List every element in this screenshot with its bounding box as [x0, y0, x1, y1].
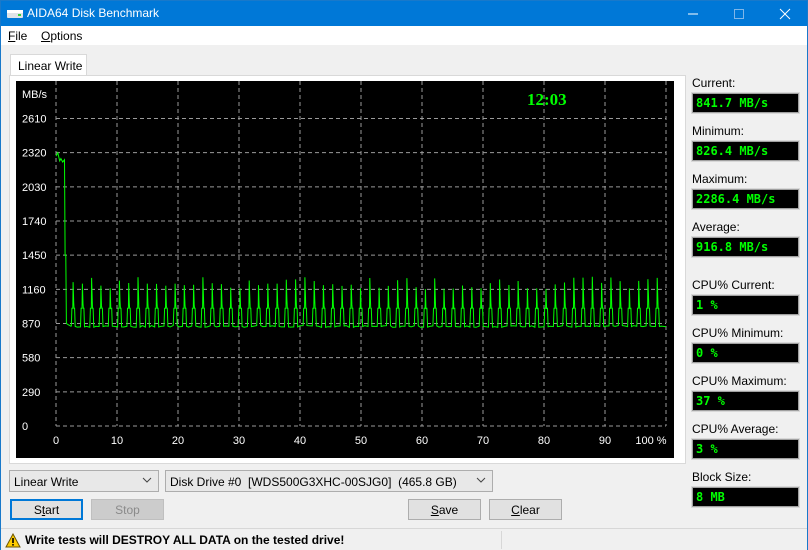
status-bar: Write tests will DESTROY ALL DATA on the… [1, 528, 807, 550]
tab-linear-write[interactable]: Linear Write [10, 54, 87, 76]
x-tick-label: 40 [294, 435, 306, 447]
benchmark-chart: 0 290 580 870 1160 1450 1740 2030 2320 2610 0 10 20… [16, 81, 674, 458]
x-tick-label: 10 [111, 435, 123, 447]
x-tick-label: 80 [538, 435, 550, 447]
cpu-average-label: CPU% Average: [692, 422, 779, 436]
chart-svg: 0290580870116014501740203023202610 0 10 20… [22, 81, 667, 447]
x-tick-labels: 0 10 20 30 40 50 60 70 80 90 100 % [53, 435, 667, 447]
status-message: Write tests will DESTROY ALL DATA on the… [25, 533, 345, 547]
stop-button[interactable]: Stop [91, 499, 164, 520]
warning-icon [5, 533, 21, 548]
minimum-label: Minimum: [692, 124, 745, 138]
average-label: Average: [692, 220, 740, 234]
x-tick-label: 60 [416, 435, 428, 447]
y-tick-label: 1740 [22, 216, 46, 228]
close-icon [779, 8, 791, 19]
test-type-value: Linear Write [14, 475, 79, 489]
menu-options-label: ptions [50, 29, 83, 43]
y-tick-label: 2320 [22, 148, 46, 160]
block-size-value: 8 MB [691, 486, 800, 508]
y-axis-label: MB/s [22, 89, 48, 101]
block-size-label: Block Size: [692, 470, 752, 484]
maximize-icon [734, 8, 744, 19]
average-value: 916.8 MB/s [691, 236, 800, 258]
maximum-label: Maximum: [692, 172, 748, 186]
y-tick-label: 870 [22, 319, 40, 331]
maximize-button[interactable] [716, 1, 762, 26]
current-label: Current: [692, 76, 736, 90]
maximum-value: 2286.4 MB/s [691, 188, 800, 210]
y-tick-label: 1160 [22, 284, 46, 296]
cpu-current-value: 1 % [691, 294, 800, 316]
start-label-a: S [33, 503, 42, 517]
clear-label: lear [519, 503, 540, 517]
chevron-down-icon [476, 477, 486, 483]
x-tick-label: 100 % [635, 435, 666, 447]
cpu-current-label: CPU% Current: [692, 278, 775, 292]
series-line-linear-write [55, 151, 667, 329]
minimize-icon [688, 13, 698, 14]
menu-file-label: ile [15, 29, 28, 43]
save-button[interactable]: Save [408, 499, 481, 520]
cpu-maximum-label: CPU% Maximum: [692, 374, 787, 388]
minimum-value: 826.4 MB/s [691, 140, 800, 162]
save-label: ave [438, 503, 459, 517]
x-tick-label: 90 [599, 435, 611, 447]
minimize-button[interactable] [670, 1, 716, 26]
y-tick-label: 2030 [22, 182, 46, 194]
chart-grid [55, 81, 667, 427]
drive-value: Disk Drive #0 [WDS500G3XHC-00SJG0] (465.… [170, 475, 457, 489]
y-tick-label: 290 [22, 387, 40, 399]
y-tick-label: 2610 [22, 114, 46, 126]
cpu-minimum-label: CPU% Minimum: [692, 326, 784, 340]
aida64-window: AIDA64 Disk Benchmark File Options Linea… [0, 0, 808, 550]
x-tick-label: 20 [172, 435, 184, 447]
y-tick-label: 1450 [22, 250, 46, 262]
drive-select[interactable]: Disk Drive #0 [WDS500G3XHC-00SJG0] (465.… [165, 470, 493, 492]
start-button[interactable]: Start [10, 499, 83, 520]
x-tick-label: 70 [477, 435, 489, 447]
disk-drive-icon [7, 10, 23, 18]
elapsed-timer: 12:03 [527, 90, 567, 109]
y-tick-labels: 0 290 580 870 1160 1450 1740 2030 2320 2610 [22, 114, 46, 434]
clear-label-accel: C [511, 503, 520, 517]
x-tick-label: 30 [233, 435, 245, 447]
title-bar[interactable]: AIDA64 Disk Benchmark [1, 1, 807, 26]
status-separator [501, 531, 502, 549]
menu-bar: File Options [1, 26, 807, 45]
window-title: AIDA64 Disk Benchmark [27, 6, 160, 20]
menu-options[interactable]: Options [41, 29, 82, 43]
cpu-average-value: 3 % [691, 438, 800, 460]
tab-strip: Linear Write [1, 45, 807, 76]
x-tick-label: 50 [355, 435, 367, 447]
menu-options-accel: O [41, 29, 51, 43]
cpu-minimum-value: 0 % [691, 342, 800, 364]
close-button[interactable] [762, 1, 808, 26]
test-type-select[interactable]: Linear Write [9, 470, 159, 492]
chevron-down-icon [142, 477, 152, 483]
clear-button[interactable]: Clear [489, 499, 562, 520]
y-tick-label: 0 [22, 421, 28, 433]
save-label-accel: S [430, 503, 439, 517]
cpu-maximum-value: 37 % [691, 390, 800, 412]
menu-file[interactable]: File [8, 29, 27, 43]
current-value: 841.7 MB/s [691, 92, 800, 114]
x-tick-label: 0 [53, 435, 59, 447]
start-label-b: art [45, 503, 60, 517]
y-tick-label: 580 [22, 353, 40, 365]
